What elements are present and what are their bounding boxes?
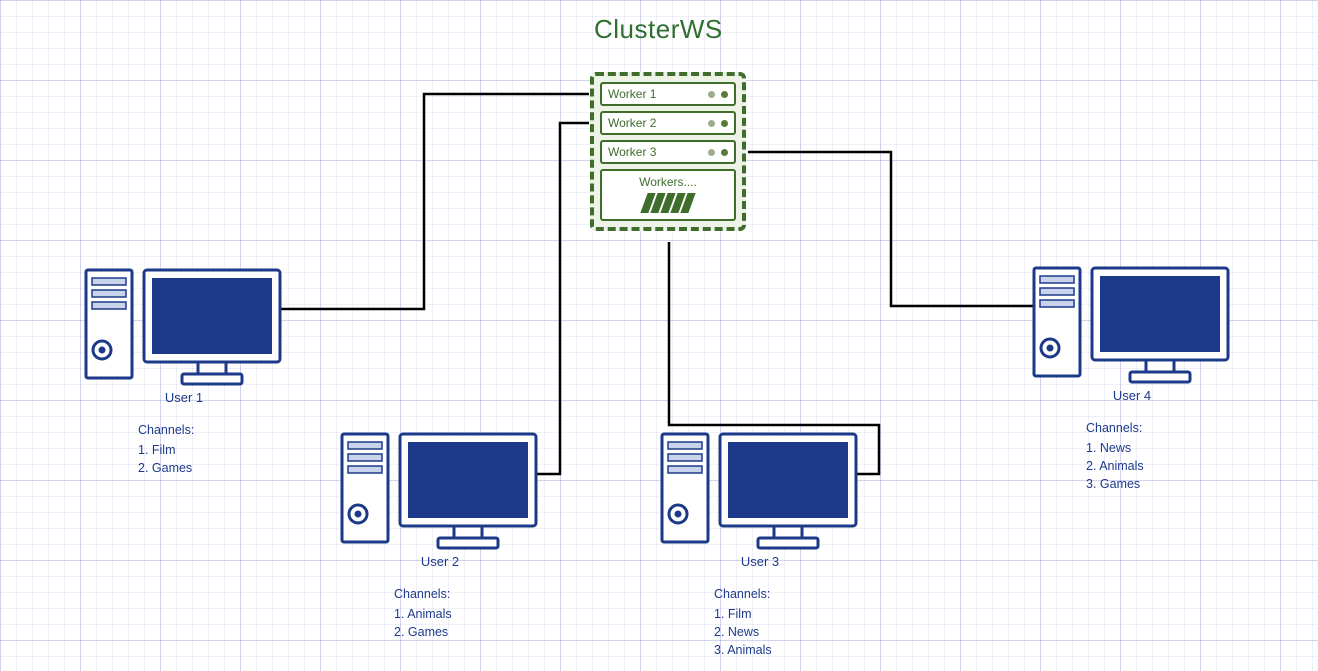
user-channels: Channels: 1. Animals 2. Games (394, 585, 540, 641)
worker-label: Worker 1 (608, 87, 702, 101)
wire-user2 (536, 123, 589, 474)
led-icon (708, 91, 715, 98)
user-channels: Channels: 1. Film 2. Games (138, 421, 284, 477)
channels-header: Channels: (714, 585, 860, 603)
channel-item: 2. Animals (1086, 457, 1232, 475)
channel-item: 2. News (714, 623, 860, 641)
user-channels: Channels: 1. Film 2. News 3. Animals (714, 585, 860, 660)
led-icon (708, 149, 715, 156)
channel-item: 3. Animals (714, 641, 860, 659)
led-icon (721, 149, 728, 156)
user1-node: User 1 Channels: 1. Film 2. Games (84, 268, 284, 477)
channels-header: Channels: (1086, 419, 1232, 437)
user-name: User 3 (660, 554, 860, 569)
worker-row: Worker 3 (600, 140, 736, 164)
computer-icon (84, 268, 284, 386)
channels-header: Channels: (138, 421, 284, 439)
user4-node: User 4 Channels: 1. News 2. Animals 3. G… (1032, 266, 1232, 494)
user-name: User 1 (84, 390, 284, 405)
user2-node: User 2 Channels: 1. Animals 2. Games (340, 432, 540, 641)
wire-user4 (748, 152, 1033, 306)
workers-more-label: Workers.... (608, 175, 728, 189)
worker-label: Worker 3 (608, 145, 702, 159)
channels-header: Channels: (394, 585, 540, 603)
channel-item: 2. Games (138, 459, 284, 477)
user-name: User 2 (340, 554, 540, 569)
led-icon (708, 120, 715, 127)
computer-icon (340, 432, 540, 550)
computer-icon (660, 432, 860, 550)
user-name: User 4 (1032, 388, 1232, 403)
diagram-title: ClusterWS (594, 14, 723, 45)
channel-item: 1. Film (138, 441, 284, 459)
hatch-decoration (608, 193, 728, 213)
led-icon (721, 91, 728, 98)
workers-more: Workers.... (600, 169, 736, 221)
channel-item: 1. News (1086, 439, 1232, 457)
diagram-canvas: ClusterWS Worker 1 Worker 2 Worker 3 Wor… (0, 0, 1318, 671)
wire-user1 (281, 94, 589, 309)
channel-item: 2. Games (394, 623, 540, 641)
worker-row: Worker 1 (600, 82, 736, 106)
computer-icon (1032, 266, 1232, 384)
channel-item: 1. Film (714, 605, 860, 623)
worker-label: Worker 2 (608, 116, 702, 130)
worker-row: Worker 2 (600, 111, 736, 135)
server-cluster: Worker 1 Worker 2 Worker 3 Workers.... (590, 72, 746, 231)
led-icon (721, 120, 728, 127)
user-channels: Channels: 1. News 2. Animals 3. Games (1086, 419, 1232, 494)
channel-item: 3. Games (1086, 475, 1232, 493)
channel-item: 1. Animals (394, 605, 540, 623)
user3-node: User 3 Channels: 1. Film 2. News 3. Anim… (660, 432, 860, 660)
